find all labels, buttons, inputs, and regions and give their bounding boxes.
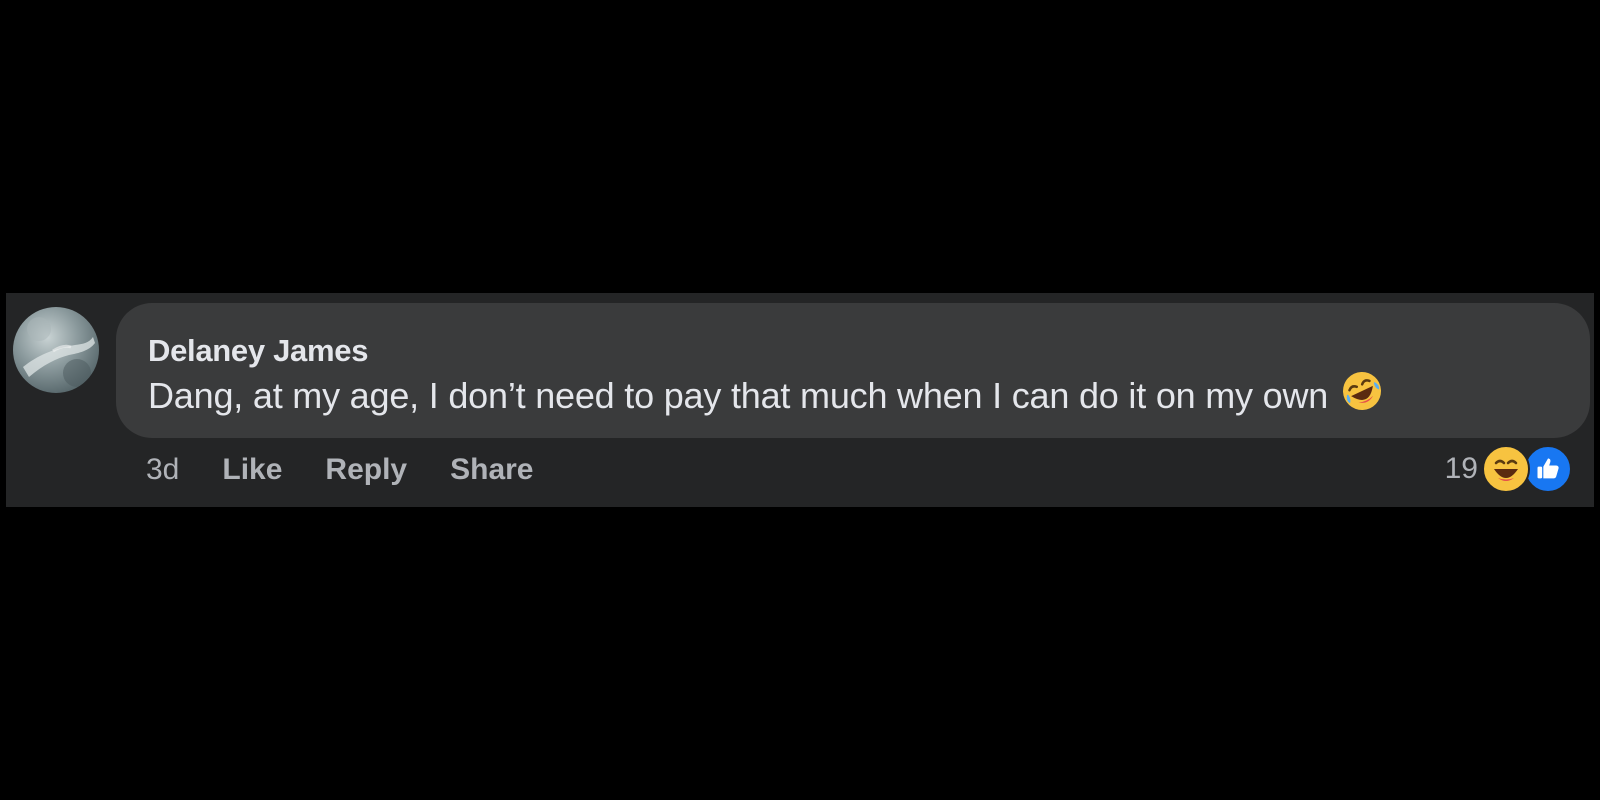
share-button[interactable]: Share [450,453,533,487]
like-reaction-icon [1524,445,1572,493]
comment-bubble: Delaney James Dang, at my age, I don’t n… [116,303,1590,438]
comment-author[interactable]: Delaney James [148,333,368,369]
haha-reaction-icon [1482,445,1530,493]
reaction-summary[interactable]: 19 [1445,444,1572,494]
reply-button[interactable]: Reply [325,453,407,487]
rolling-on-floor-laughing-emoji-icon [1340,369,1384,422]
comment-timestamp[interactable]: 3d [146,453,179,487]
like-button[interactable]: Like [222,453,282,487]
reaction-count: 19 [1444,452,1478,485]
comment-actions: 3d Like Reply Share [146,450,577,490]
comment-text: Dang, at my age, I don’t need to pay tha… [148,372,1384,422]
comment-body: Dang, at my age, I don’t need to pay tha… [148,375,1329,417]
avatar[interactable] [13,307,99,393]
comment-container: Delaney James Dang, at my age, I don’t n… [6,293,1594,507]
